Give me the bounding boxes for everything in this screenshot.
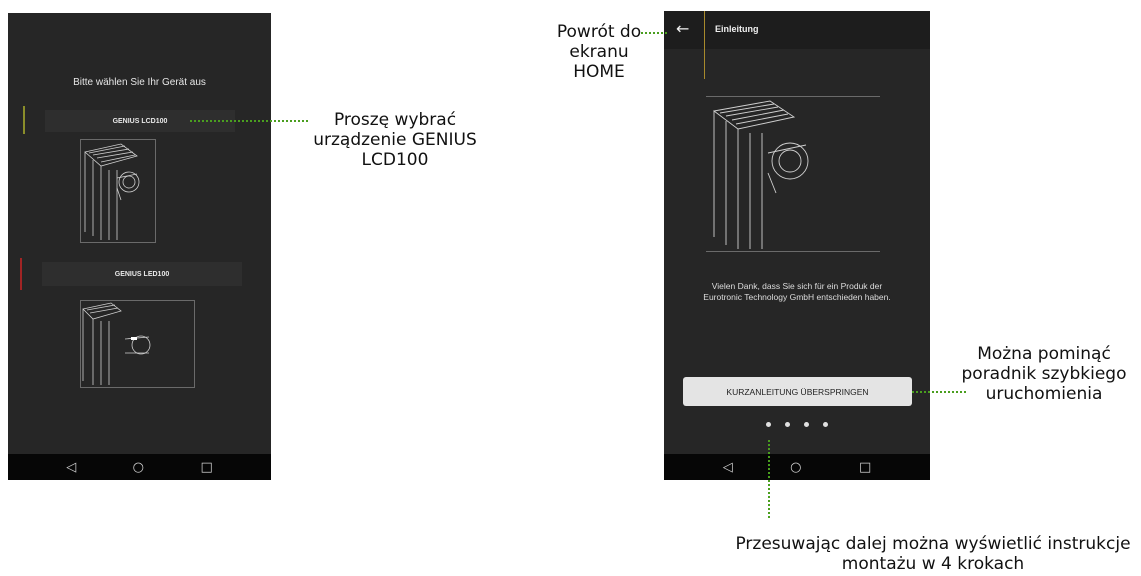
annotation-leader-lines: [190, 32, 968, 520]
annotation-skip-tutorial: Można pominąć poradnik szybkiego uruchom…: [961, 344, 1127, 404]
annotation-back-home: Powrót do ekranu HOME: [556, 22, 642, 82]
annotation-swipe-steps: Przesuwając dalej można wyświetlić instr…: [735, 534, 1131, 574]
annotation-select-device: Proszę wybrać urządzenie GENIUS LCD100: [313, 110, 477, 170]
